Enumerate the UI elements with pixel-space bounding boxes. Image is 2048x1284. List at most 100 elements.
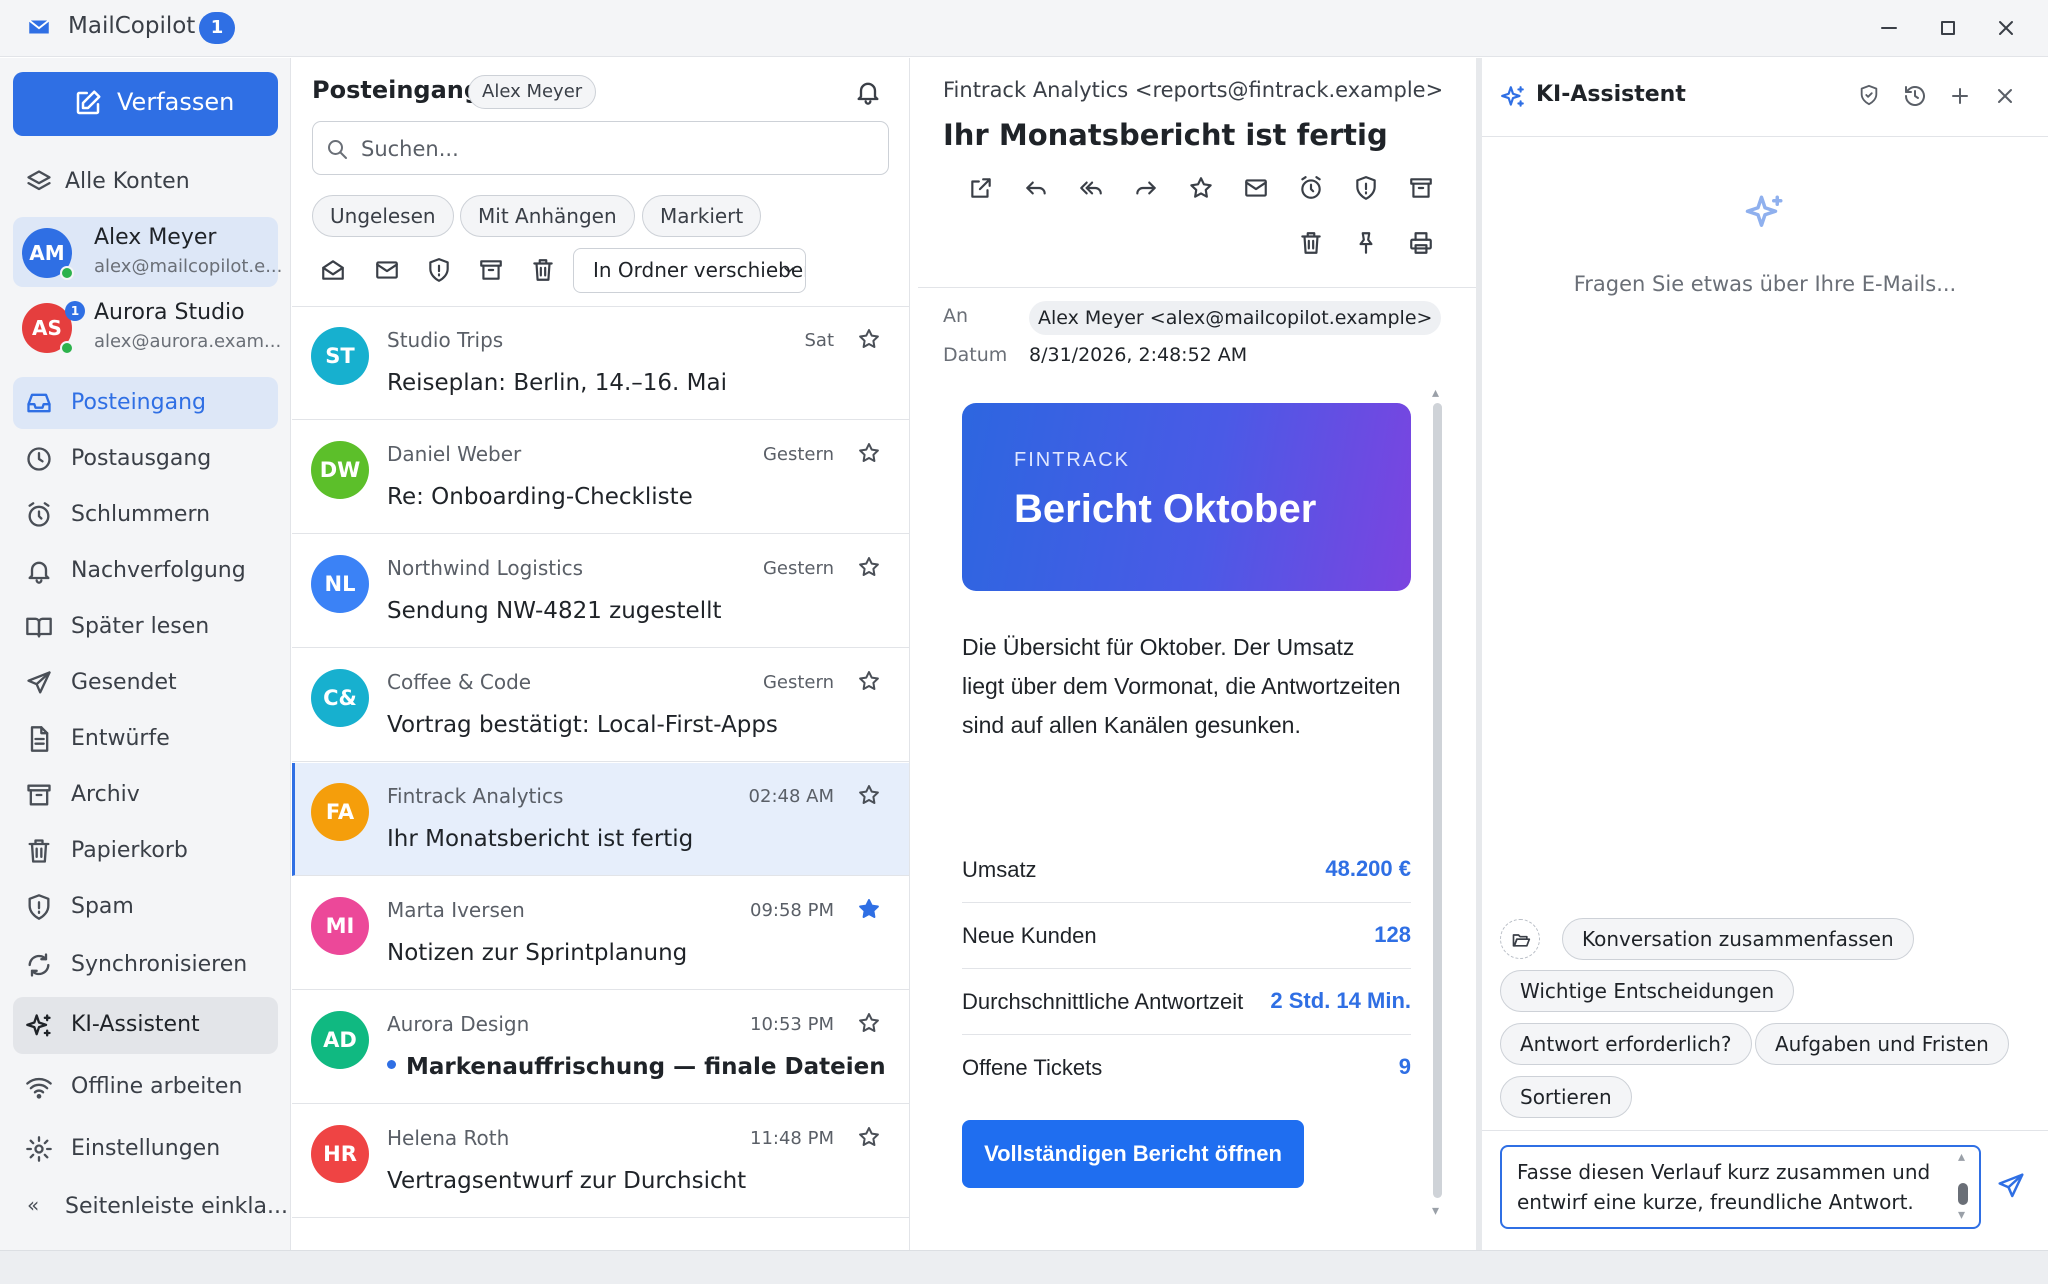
star-icon[interactable]: [1188, 175, 1214, 201]
archive-icon[interactable]: [478, 257, 504, 283]
open-full-report-button[interactable]: Vollständigen Bericht öffnen: [962, 1120, 1304, 1188]
filter-attachments-chip[interactable]: Mit Anhängen: [460, 195, 635, 237]
message-row-selected[interactable]: FA Fintrack Analytics 02:48 AM Ihr Monat…: [292, 763, 909, 876]
attach-context-button[interactable]: [1500, 919, 1540, 959]
archive-icon[interactable]: [1408, 175, 1434, 201]
suggestion-chip-sort[interactable]: Sortieren: [1500, 1076, 1632, 1118]
sidebar-item-outbox[interactable]: Postausgang: [13, 433, 278, 485]
sidebar-item-archive[interactable]: Archiv: [13, 769, 278, 821]
star-icon[interactable]: [857, 327, 881, 351]
input-scrollbar[interactable]: [1958, 1183, 1968, 1205]
ai-assistant-panel: KI-Assistent Fragen Sie etwas über Ihre …: [1482, 58, 2048, 1250]
mark-read-icon[interactable]: [320, 257, 346, 283]
message-sender: Northwind Logistics: [387, 556, 584, 580]
privacy-shield-icon[interactable]: [1858, 84, 1880, 106]
sidebar-item-ai-assistant[interactable]: KI-Assistent: [13, 997, 278, 1054]
close-window-icon[interactable]: [1992, 14, 2020, 42]
scroll-up-icon[interactable]: ▴: [1432, 385, 1439, 401]
trash-icon[interactable]: [530, 257, 556, 283]
spam-shield-icon[interactable]: [426, 257, 452, 283]
mark-unread-icon[interactable]: [374, 257, 400, 283]
print-icon[interactable]: [1408, 230, 1434, 256]
message-row[interactable]: HR Helena Roth 11:48 PM Vertragsentwurf …: [292, 1105, 909, 1218]
reader-scrollbar[interactable]: [1433, 403, 1442, 1198]
sidebar-item-label: Archiv: [71, 782, 140, 807]
ai-prompt-input[interactable]: Fasse diesen Verlauf kurz zusammen und e…: [1500, 1145, 1981, 1229]
star-icon[interactable]: [857, 669, 881, 693]
star-icon[interactable]: [857, 783, 881, 807]
message-row[interactable]: ST Studio Trips Sat Reiseplan: Berlin, 1…: [292, 307, 909, 420]
star-icon[interactable]: [857, 1125, 881, 1149]
message-sender: Aurora Design: [387, 1012, 530, 1036]
stat-value: 48.200 €: [1325, 856, 1411, 881]
suggestion-chip-tasks[interactable]: Aufgaben und Fristen: [1755, 1023, 2009, 1065]
stat-value: 2 Std. 14 Min.: [1270, 988, 1411, 1013]
star-icon[interactable]: [857, 555, 881, 579]
sidebar-item-followup[interactable]: Nachverfolgung: [13, 545, 278, 597]
sidebar-item-label: Entwürfe: [71, 726, 170, 751]
compose-button[interactable]: Verfassen: [13, 72, 278, 136]
message-row[interactable]: NL Northwind Logistics Gestern Sendung N…: [292, 535, 909, 648]
message-row[interactable]: MI Marta Iversen 09:58 PM Notizen zur Sp…: [292, 877, 909, 990]
account-alex-meyer[interactable]: AM Alex Meyer alex@mailcopilot.e...: [13, 217, 282, 287]
sidebar-item-spam[interactable]: Spam: [13, 881, 278, 933]
star-icon[interactable]: [857, 1011, 881, 1035]
new-chat-plus-icon[interactable]: [1948, 84, 1972, 108]
filter-flagged-chip[interactable]: Markiert: [642, 195, 762, 237]
star-filled-icon[interactable]: [857, 897, 881, 921]
forward-icon[interactable]: [1133, 175, 1159, 201]
history-icon[interactable]: [1903, 84, 1927, 108]
collapse-sidebar-button[interactable]: « Seitenleiste einkla...: [13, 1181, 288, 1233]
sidebar-item-offline[interactable]: Offline arbeiten: [13, 1061, 278, 1113]
reply-all-icon[interactable]: [1078, 175, 1104, 201]
spam-shield-icon[interactable]: [1353, 175, 1379, 201]
sender-avatar: AD: [311, 1011, 369, 1069]
pin-icon[interactable]: [1353, 230, 1379, 256]
trash-icon[interactable]: [1298, 230, 1324, 256]
sidebar-item-read-later[interactable]: Später lesen: [13, 601, 278, 653]
send-icon[interactable]: [1996, 1171, 2026, 1201]
suggestion-chip-reply-needed[interactable]: Antwort erforderlich?: [1500, 1023, 1752, 1065]
filter-unread-chip[interactable]: Ungelesen: [312, 195, 454, 237]
sidebar-item-trash[interactable]: Papierkorb: [13, 825, 278, 877]
sidebar-item-inbox[interactable]: Posteingang: [13, 377, 278, 429]
star-icon[interactable]: [857, 441, 881, 465]
message-subject: Vertragsentwurf zur Durchsicht: [387, 1168, 747, 1194]
sidebar-item-label: Gesendet: [71, 670, 177, 695]
suggestion-chip-summarize[interactable]: Konversation zusammenfassen: [1562, 918, 1914, 960]
snooze-alarm-icon[interactable]: [1298, 175, 1324, 201]
sidebar-item-sync[interactable]: Synchronisieren: [13, 939, 278, 991]
scroll-down-icon[interactable]: ▾: [1958, 1207, 1965, 1223]
message-sender: Helena Roth: [387, 1126, 510, 1150]
search-box[interactable]: [312, 121, 889, 175]
sparkles-icon: [1500, 84, 1526, 110]
move-to-folder-select[interactable]: In Ordner verschieben: [573, 248, 806, 293]
status-bar: [0, 1250, 2048, 1284]
sidebar-item-settings[interactable]: Einstellungen: [13, 1123, 278, 1175]
suggestion-chip-decisions[interactable]: Wichtige Entscheidungen: [1500, 970, 1795, 1012]
sidebar-item-all-accounts[interactable]: Alle Konten: [13, 156, 278, 208]
minimize-icon[interactable]: [1875, 14, 1903, 42]
sidebar-item-sent[interactable]: Gesendet: [13, 657, 278, 709]
account-aurora-studio[interactable]: AS 1 Aurora Studio alex@aurora.exam...: [13, 292, 281, 362]
sidebar-item-label: Spam: [71, 894, 134, 919]
recipient-chip[interactable]: Alex Meyer <alex@mailcopilot.example>: [1029, 301, 1442, 335]
sidebar-item-drafts[interactable]: Entwürfe: [13, 713, 278, 765]
scroll-down-icon[interactable]: ▾: [1432, 1203, 1439, 1219]
scroll-up-icon[interactable]: ▴: [1958, 1149, 1965, 1165]
search-input[interactable]: [361, 132, 871, 166]
open-external-icon[interactable]: [968, 175, 994, 201]
sidebar-item-snooze[interactable]: Schlummern: [13, 489, 278, 541]
close-panel-icon[interactable]: [1993, 84, 2017, 108]
message-row[interactable]: DW Daniel Weber Gestern Re: Onboarding-C…: [292, 421, 909, 534]
mark-unread-icon[interactable]: [1243, 175, 1269, 201]
message-row[interactable]: C& Coffee & Code Gestern Vortrag bestäti…: [292, 649, 909, 762]
maximize-icon[interactable]: [1934, 14, 1962, 42]
chevron-down-icon: [781, 262, 797, 278]
stat-label: Durchschnittliche Antwortzeit: [962, 989, 1244, 1014]
message-row[interactable]: AD Aurora Design 10:53 PM Markenauffrisc…: [292, 991, 909, 1104]
reply-icon[interactable]: [1023, 175, 1049, 201]
account-chip[interactable]: Alex Meyer: [468, 75, 597, 109]
notification-bell-icon[interactable]: [854, 78, 882, 106]
message-time: Gestern: [762, 672, 834, 693]
